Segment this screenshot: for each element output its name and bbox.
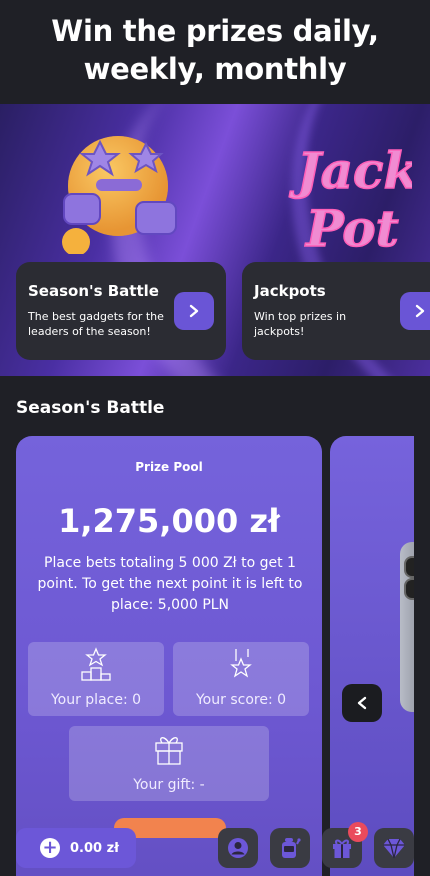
falling-star-icon	[230, 649, 252, 678]
promo-title: Jackpots	[254, 282, 326, 300]
profile-button[interactable]	[218, 828, 258, 868]
page: Win the prizes daily, weekly, monthly Ja…	[0, 0, 430, 876]
deposit-balance-button[interactable]: + 0.00 zł	[16, 828, 136, 868]
prize-pool-card: Prize Pool 1,275,000 zł Place bets total…	[16, 436, 322, 876]
your-gift-label: Your gift: -	[133, 777, 205, 793]
thumbs-up-emoji-illustration	[62, 136, 177, 254]
promo-card-seasons-battle[interactable]: Season's Battle The best gadgets for the…	[16, 262, 226, 360]
promo-description: The best gadgets for the leaders of the …	[28, 310, 164, 338]
your-score-box: Your score: 0	[173, 642, 309, 716]
your-place-box: Your place: 0	[28, 642, 164, 716]
prize-pool-description: Place bets totaling 5 000 Zł to get 1 po…	[37, 555, 303, 613]
slot-machine-icon	[282, 838, 301, 858]
balance-amount: 0.00 zł	[70, 840, 119, 856]
prize-pool-amount: 1,275,000 zł	[58, 502, 280, 540]
slots-button[interactable]	[270, 828, 310, 868]
plus-icon: +	[40, 838, 60, 858]
promo-next-button[interactable]	[400, 292, 430, 330]
notification-badge: 3	[348, 822, 368, 842]
your-score-label: Your score: 0	[195, 692, 287, 708]
gift-box-icon	[155, 737, 183, 765]
chevron-left-icon	[357, 696, 367, 710]
page-title: Win the prizes daily, weekly, monthly	[51, 14, 379, 86]
gift-icon	[333, 839, 351, 858]
camera-lens	[404, 578, 414, 600]
chevron-right-icon	[415, 304, 425, 318]
promo-title: Season's Battle	[28, 282, 159, 300]
promo-card-jackpots[interactable]: Jackpots Win top prizes in jackpots!	[242, 262, 430, 360]
user-icon	[228, 838, 248, 858]
smartphone-image	[400, 542, 414, 712]
chevron-right-icon	[189, 304, 199, 318]
jackpot-art-text: Pot	[304, 199, 399, 258]
podium-icon	[81, 647, 111, 681]
camera-lens	[404, 556, 414, 578]
your-place-label: Your place: 0	[50, 692, 142, 708]
your-gift-box: Your gift: -	[69, 726, 269, 801]
jackpot-neon-illustration: Jack Pot Pot	[288, 140, 412, 259]
prize-pool-label: Prize Pool	[135, 460, 203, 474]
diamond-icon	[383, 838, 405, 859]
carousel-prev-button[interactable]	[342, 684, 382, 722]
prize-card-peek[interactable]	[330, 436, 414, 876]
vip-button[interactable]	[374, 828, 414, 868]
promo-next-button[interactable]	[174, 292, 214, 330]
jackpot-art-text: Jack Pot	[289, 141, 412, 200]
section-heading-seasons-battle: Season's Battle	[16, 398, 165, 418]
promo-description: Win top prizes in jackpots!	[254, 310, 347, 338]
promo-carousel[interactable]: Jack Pot Pot Season's Battle The best ga…	[0, 104, 430, 376]
